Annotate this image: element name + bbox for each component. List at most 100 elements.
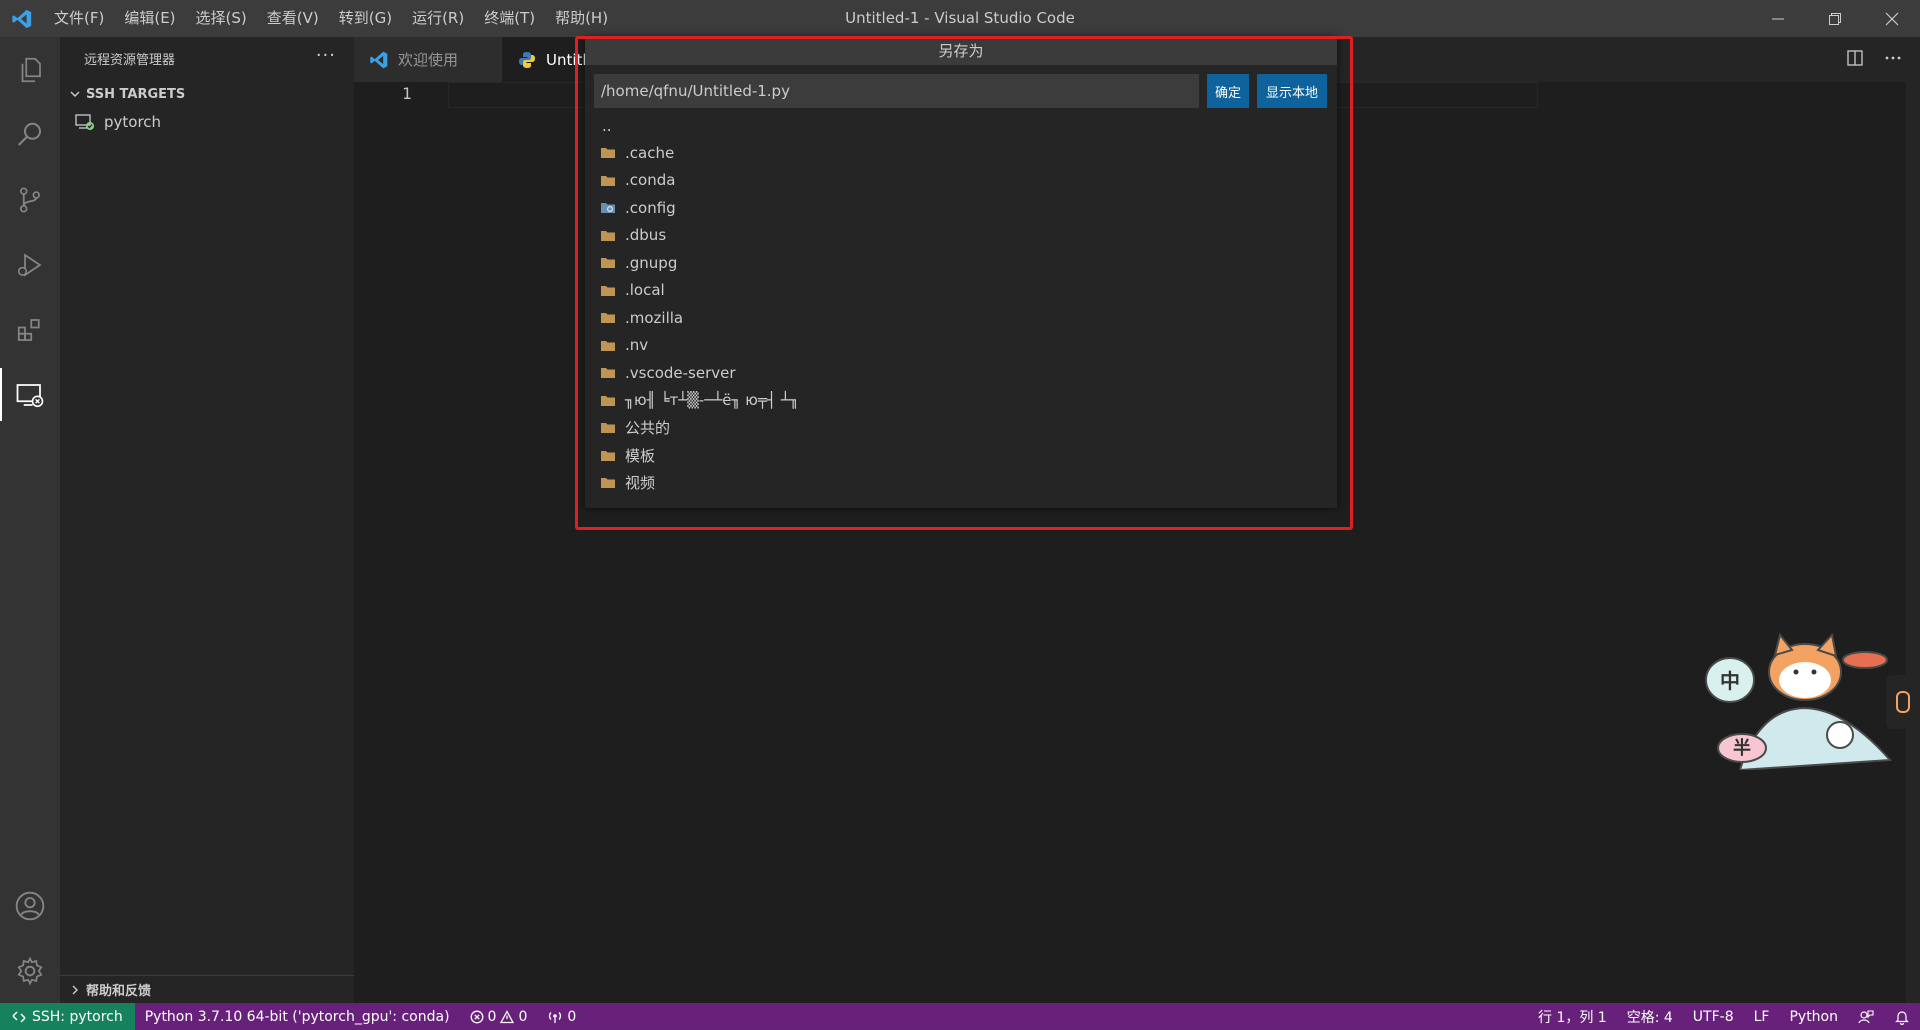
- feedback-icon[interactable]: [1848, 1003, 1884, 1030]
- folder-icon: [600, 476, 616, 490]
- run-debug-icon[interactable]: [0, 232, 60, 297]
- language-mode[interactable]: Python: [1779, 1003, 1848, 1030]
- accounts-icon[interactable]: [0, 873, 60, 938]
- file-list: .. .cache .conda .config .dbus .gnupg .local.…: [600, 117, 1320, 497]
- cursor-position[interactable]: 行 1，列 1: [1528, 1003, 1617, 1030]
- mascot-left-badge: 中: [1720, 669, 1740, 693]
- file-entry[interactable]: .config: [600, 194, 1320, 222]
- file-entry-label: .dbus: [625, 226, 667, 245]
- file-path-input[interactable]: [594, 74, 1199, 108]
- confirm-button[interactable]: 确定: [1207, 74, 1249, 108]
- chevron-right-icon: [66, 984, 84, 996]
- file-entry[interactable]: .cache: [600, 139, 1320, 167]
- mascot-sticker: 中 半: [1700, 620, 1900, 772]
- sidebar-title: 远程资源管理器: [84, 53, 176, 68]
- settings-gear-icon[interactable]: [0, 938, 60, 1003]
- minimize-button[interactable]: [1749, 0, 1806, 37]
- source-control-icon[interactable]: [0, 167, 60, 232]
- problems-indicator[interactable]: 0 0: [460, 1003, 538, 1030]
- explorer-icon[interactable]: [0, 37, 60, 102]
- folder-icon: [600, 421, 616, 435]
- dialog-title: 另存为: [585, 37, 1337, 65]
- file-entry[interactable]: .nv: [600, 332, 1320, 360]
- ports-indicator[interactable]: 0: [537, 1003, 586, 1030]
- tab-label: 欢迎使用: [398, 51, 459, 69]
- status-bar: SSH: pytorch Python 3.7.10 64-bit ('pyto…: [0, 1003, 1920, 1030]
- more-actions-icon[interactable]: ···: [316, 45, 336, 66]
- file-entry-label: .vscode-server: [625, 363, 736, 382]
- file-entry-label: .mozilla: [625, 308, 684, 327]
- help-feedback-label: 帮助和反馈: [86, 984, 152, 999]
- file-entry[interactable]: 视频: [600, 469, 1320, 497]
- folder-icon: [600, 338, 616, 352]
- remote-explorer-sidebar: 远程资源管理器 ··· SSH TARGETS pytorch 帮助和反馈: [60, 37, 354, 1003]
- end-of-line[interactable]: LF: [1744, 1003, 1780, 1030]
- folder-icon: [600, 393, 616, 407]
- remote-icon: [12, 1010, 26, 1023]
- mascot-bottom-badge: 半: [1733, 737, 1751, 759]
- remote-explorer-icon[interactable]: [0, 362, 60, 427]
- activity-bar: [0, 37, 60, 1003]
- ssh-target-label: pytorch: [104, 113, 162, 131]
- file-entry-label: 模板: [625, 446, 656, 465]
- tab-welcome[interactable]: 欢迎使用: [354, 37, 502, 82]
- notifications-bell-icon[interactable]: [1884, 1003, 1920, 1030]
- file-entry[interactable]: .conda: [600, 167, 1320, 195]
- python-interpreter[interactable]: Python 3.7.10 64-bit ('pytorch_gpu': con…: [135, 1003, 460, 1030]
- file-entry-label: .config: [625, 198, 676, 217]
- file-entry[interactable]: .dbus: [600, 222, 1320, 250]
- file-entry-label: 公共的: [625, 419, 671, 438]
- file-entry[interactable]: .vscode-server: [600, 359, 1320, 387]
- folder-icon: [600, 311, 616, 325]
- menu-go[interactable]: 转到(G): [329, 0, 402, 37]
- config-folder-icon: [600, 201, 616, 215]
- ssh-target-pytorch[interactable]: pytorch: [60, 108, 354, 136]
- file-entry-label: .local: [625, 281, 665, 300]
- file-entry[interactable]: .local: [600, 277, 1320, 305]
- menu-view[interactable]: 查看(V): [257, 0, 329, 37]
- menu-edit[interactable]: 编辑(E): [114, 0, 185, 37]
- line-number: 1: [402, 84, 412, 103]
- indentation[interactable]: 空格: 4: [1617, 1003, 1683, 1030]
- folder-icon: [600, 366, 616, 380]
- broadcast-icon: [549, 1011, 562, 1023]
- activity-bar-bottom: [0, 873, 60, 1003]
- restore-button[interactable]: [1806, 0, 1863, 37]
- parent-directory-item[interactable]: ..: [600, 117, 1320, 139]
- menu-selection[interactable]: 选择(S): [186, 0, 257, 37]
- search-icon[interactable]: [0, 102, 60, 167]
- file-entry-label: .cache: [625, 143, 675, 162]
- folder-icon: [600, 256, 616, 270]
- menu-terminal[interactable]: 终端(T): [474, 0, 545, 37]
- split-editor-icon[interactable]: [1846, 49, 1864, 71]
- file-entry[interactable]: ╖ю╢ ╘т┴▒-─┴ё╖ ю╤┤ ┴╖: [600, 387, 1320, 415]
- file-entry-label: ╖ю╢ ╘т┴▒-─┴ё╖ ю╤┤ ┴╖: [625, 391, 799, 410]
- dialog-input-row: 确定 显示本地: [594, 74, 1327, 108]
- file-entry[interactable]: .gnupg: [600, 249, 1320, 277]
- folder-icon: [600, 283, 616, 297]
- menu-help[interactable]: 帮助(H): [545, 0, 618, 37]
- title-bar: 文件(F) 编辑(E) 选择(S) 查看(V) 转到(G) 运行(R) 终端(T…: [0, 0, 1920, 37]
- side-panel-handle[interactable]: [1886, 675, 1920, 729]
- file-entry-label: .nv: [625, 336, 649, 355]
- file-entry[interactable]: 公共的: [600, 414, 1320, 442]
- menu-file[interactable]: 文件(F): [44, 0, 114, 37]
- ssh-targets-section[interactable]: SSH TARGETS: [60, 80, 354, 108]
- more-actions-icon[interactable]: [1884, 49, 1902, 71]
- menu-bar: 文件(F) 编辑(E) 选择(S) 查看(V) 转到(G) 运行(R) 终端(T…: [44, 0, 618, 37]
- help-feedback-section[interactable]: 帮助和反馈: [60, 975, 354, 1003]
- menu-run[interactable]: 运行(R): [402, 0, 474, 37]
- extensions-icon[interactable]: [0, 297, 60, 362]
- encoding[interactable]: UTF-8: [1683, 1003, 1744, 1030]
- chevron-down-icon: [66, 88, 84, 100]
- status-bar-right: 行 1，列 1 空格: 4 UTF-8 LF Python: [1528, 1003, 1920, 1030]
- show-local-button[interactable]: 显示本地: [1257, 74, 1327, 108]
- close-window-button[interactable]: [1863, 0, 1920, 37]
- remote-indicator[interactable]: SSH: pytorch: [0, 1003, 135, 1030]
- file-entry[interactable]: .mozilla: [600, 304, 1320, 332]
- file-entry[interactable]: 模板: [600, 442, 1320, 470]
- error-icon: [470, 1010, 483, 1023]
- vscode-icon: [368, 50, 390, 70]
- scrollbar-track[interactable]: [1906, 82, 1920, 1003]
- section-title: SSH TARGETS: [86, 86, 186, 102]
